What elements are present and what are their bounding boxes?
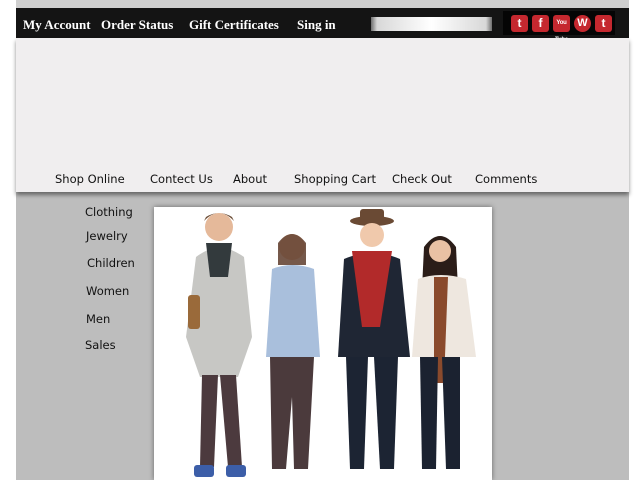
- nav-shopping-cart[interactable]: Shopping Cart: [294, 172, 376, 186]
- nav-check-out[interactable]: Check Out: [392, 172, 452, 186]
- sidebar-item-women[interactable]: Women: [86, 284, 129, 298]
- social-icons-panel: t f You Tube W t: [503, 11, 615, 43]
- search-input[interactable]: [371, 17, 492, 31]
- nav-comments[interactable]: Comments: [475, 172, 537, 186]
- sidebar-item-children[interactable]: Children: [87, 256, 135, 270]
- sidebar-item-clothing[interactable]: Clothing: [85, 205, 133, 219]
- sidebar-item-sales[interactable]: Sales: [85, 338, 116, 352]
- sidebar-item-men[interactable]: Men: [86, 312, 110, 326]
- sidebar-item-jewelry[interactable]: Jewelry: [86, 229, 128, 243]
- header-banner: Shop Online Contect Us About Shopping Ca…: [16, 38, 629, 192]
- top-bar: My Account Order Status Gift Certificate…: [16, 8, 629, 43]
- nav-about[interactable]: About: [233, 172, 267, 186]
- nav-contact-us[interactable]: Contect Us: [150, 172, 213, 186]
- gift-certificates-link[interactable]: Gift Certificates: [189, 17, 279, 33]
- top-strip: [16, 0, 629, 8]
- fashion-group-photo: [154, 207, 492, 480]
- my-account-link[interactable]: My Account: [23, 17, 91, 33]
- facebook-icon[interactable]: f: [532, 15, 549, 32]
- tumblr-icon[interactable]: t: [595, 15, 612, 32]
- nav-shop-online[interactable]: Shop Online: [55, 172, 125, 186]
- order-status-link[interactable]: Order Status: [101, 17, 173, 33]
- sign-in-link[interactable]: Sing in: [297, 17, 336, 33]
- youtube-icon[interactable]: You Tube: [553, 15, 570, 43]
- twitter-icon[interactable]: t: [511, 15, 528, 32]
- wordpress-icon[interactable]: W: [574, 15, 591, 32]
- hero-image: [154, 207, 492, 480]
